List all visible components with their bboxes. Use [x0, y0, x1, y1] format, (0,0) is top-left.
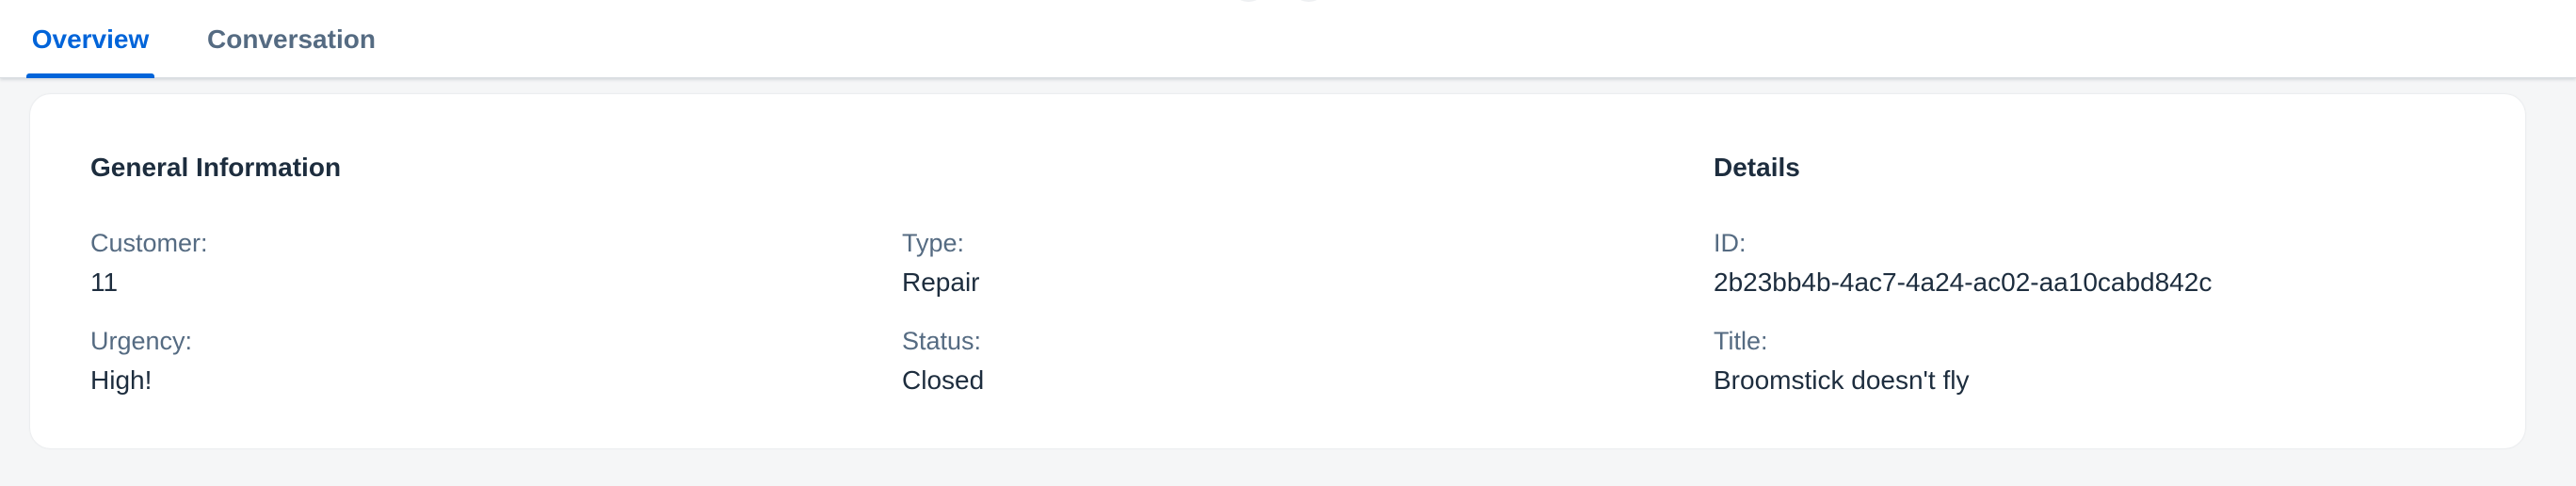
id-label: ID:	[1714, 229, 1747, 257]
tab-conversation-label: Conversation	[207, 24, 376, 54]
type-value: Repair	[902, 267, 980, 297]
tab-conversation[interactable]: Conversation	[207, 0, 376, 78]
tab-overview-label: Overview	[31, 24, 150, 54]
id-value: 2b23bb4b-4ac7-4a24-ac02-aa10cabd842c	[1714, 267, 2213, 297]
status-value: Closed	[902, 365, 985, 395]
urgency-value: High!	[90, 365, 153, 395]
type-label: Type:	[902, 229, 965, 257]
customer-label: Customer:	[90, 229, 208, 257]
header-decoration	[1230, 0, 1267, 2]
header-decoration	[1290, 0, 1328, 2]
page: Overview Conversation General Informatio…	[0, 0, 2576, 486]
title-value: Broomstick doesn't fly	[1714, 365, 1970, 395]
tab-selected-indicator	[26, 73, 154, 78]
customer-value: 11	[90, 267, 119, 297]
general-information-title: General Information	[90, 153, 342, 182]
title-label: Title:	[1714, 327, 1768, 355]
tab-bar: Overview Conversation	[0, 0, 2576, 78]
object-details-card: General Information Customer: 11 Urgency…	[30, 94, 2525, 448]
urgency-label: Urgency:	[90, 327, 193, 355]
details-title: Details	[1714, 153, 1800, 182]
status-label: Status:	[902, 327, 982, 355]
tab-overview[interactable]: Overview	[26, 0, 154, 78]
